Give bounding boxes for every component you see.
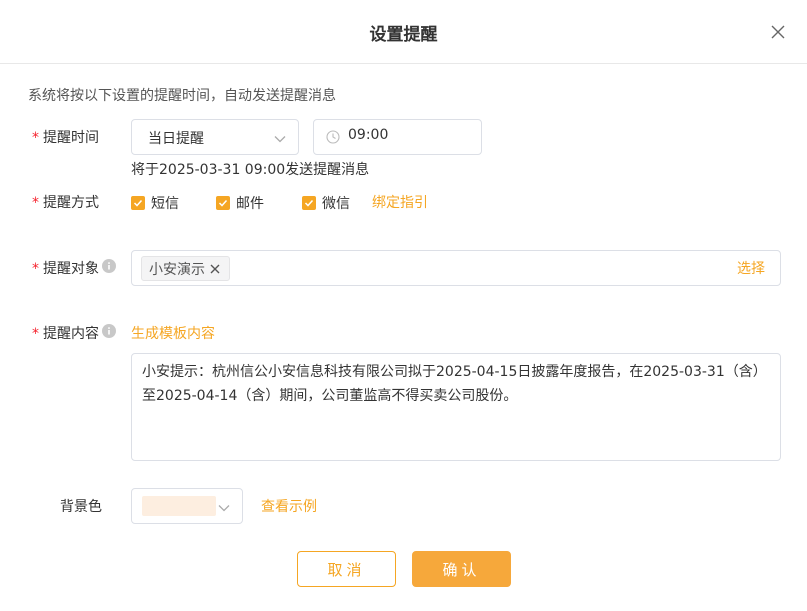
target-tag: 小安演示 xyxy=(141,256,230,281)
required-mark: * xyxy=(32,326,39,342)
background-color-select[interactable] xyxy=(131,488,243,524)
remind-method-label: * 提醒方式 xyxy=(32,192,99,212)
clock-icon xyxy=(326,130,340,148)
check-icon xyxy=(131,196,145,210)
dialog-header: 设置提醒 xyxy=(0,0,807,64)
remind-time-label-text: 提醒时间 xyxy=(43,130,99,146)
remind-content-label: * 提醒内容 xyxy=(32,323,116,343)
check-icon xyxy=(302,196,316,210)
color-swatch xyxy=(142,496,216,516)
remind-time-picker[interactable] xyxy=(313,119,482,155)
confirm-button[interactable]: 确认 xyxy=(412,551,511,587)
required-mark: * xyxy=(32,130,39,146)
remind-time-type-value: 当日提醒 xyxy=(148,131,204,147)
close-icon[interactable] xyxy=(768,22,788,42)
checkbox-email[interactable]: 邮件 xyxy=(216,193,264,213)
remind-time-type-select[interactable]: 当日提醒 xyxy=(131,119,299,155)
select-target-link[interactable]: 选择 xyxy=(737,258,765,278)
bind-guide-link[interactable]: 绑定指引 xyxy=(372,192,428,212)
remind-content-textarea[interactable]: 小安提示：杭州信公小安信息科技有限公司拟于2025-04-15日披露年度报告，在… xyxy=(131,353,781,461)
checkbox-wechat-label: 微信 xyxy=(322,196,350,212)
checkbox-wechat[interactable]: 微信 xyxy=(302,193,350,213)
chevron-down-icon xyxy=(274,132,286,148)
required-mark: * xyxy=(32,261,39,277)
remind-time-label: * 提醒时间 xyxy=(32,127,99,147)
remind-target-label-text: 提醒对象 xyxy=(43,261,99,277)
reminder-dialog: 设置提醒 系统将按以下设置的提醒时间，自动发送提醒消息 *提醒时间 当日提醒 将… xyxy=(0,0,807,611)
checkbox-sms[interactable]: 短信 xyxy=(131,193,179,213)
generate-template-link[interactable]: 生成模板内容 xyxy=(131,323,215,343)
remind-time-hint: 将于2025-03-31 09:00发送提醒消息 xyxy=(131,162,370,178)
dialog-description: 系统将按以下设置的提醒时间，自动发送提醒消息 xyxy=(28,88,336,104)
dialog-title: 设置提醒 xyxy=(369,25,438,45)
background-label: 背景色 xyxy=(60,499,102,515)
checkbox-email-label: 邮件 xyxy=(236,196,264,212)
view-example-link[interactable]: 查看示例 xyxy=(261,496,317,516)
chevron-down-icon xyxy=(218,501,230,517)
info-icon xyxy=(102,259,116,277)
checkbox-sms-label: 短信 xyxy=(151,196,179,212)
remind-target-field[interactable]: 小安演示 xyxy=(131,250,781,286)
remind-time-input[interactable] xyxy=(348,127,468,143)
cancel-button[interactable]: 取消 xyxy=(297,551,396,587)
target-tag-label: 小安演示 xyxy=(149,261,205,278)
required-mark: * xyxy=(32,195,39,211)
check-icon xyxy=(216,196,230,210)
remind-target-label: * 提醒对象 xyxy=(32,258,116,278)
remind-method-label-text: 提醒方式 xyxy=(43,195,99,211)
remind-content-label-text: 提醒内容 xyxy=(43,326,99,342)
info-icon xyxy=(102,324,116,342)
close-icon[interactable] xyxy=(209,263,221,275)
